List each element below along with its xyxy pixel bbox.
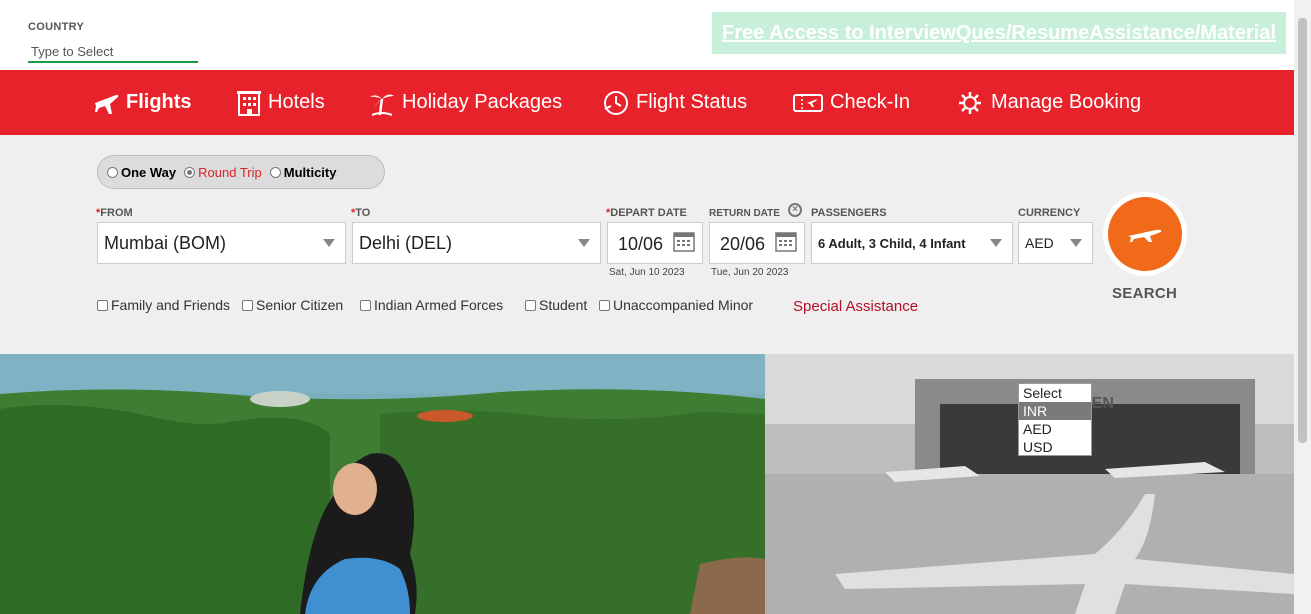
promo-link[interactable]: Free Access to InterviewQues/ResumeAssis…: [722, 22, 1276, 45]
clear-return-date-icon[interactable]: ×: [788, 203, 802, 217]
nav-manage-booking[interactable]: Manage Booking: [955, 70, 1141, 135]
main-nav: Flights Hotels Holiday Packages Flight S…: [0, 70, 1294, 135]
currency-select[interactable]: AED: [1018, 222, 1093, 264]
round-trip-option[interactable]: Round Trip: [184, 165, 262, 180]
nav-flights-label: Flights: [126, 91, 192, 113]
scrollbar-thumb[interactable]: [1298, 18, 1307, 443]
palm-tree-icon: [370, 94, 394, 116]
currency-value: AED: [1025, 235, 1054, 251]
one-way-option[interactable]: One Way: [107, 165, 176, 180]
multicity-radio[interactable]: [269, 166, 281, 178]
airplane-icon: [95, 94, 119, 114]
search-label: SEARCH: [1112, 285, 1178, 302]
from-label: *FROM: [96, 207, 133, 219]
nav-check-in[interactable]: Check-In: [792, 70, 910, 135]
nav-flight-status-label: Flight Status: [636, 91, 748, 113]
promo-banner: Free Access to InterviewQues/ResumeAssis…: [712, 12, 1286, 54]
passengers-value: 6 Adult, 3 Child, 4 Infant: [818, 235, 966, 251]
calendar-icon: [775, 232, 797, 252]
nav-manage-booking-label: Manage Booking: [991, 91, 1142, 113]
ticket-icon: [793, 93, 823, 112]
search-button[interactable]: [1103, 192, 1187, 276]
currency-option-select[interactable]: Select: [1019, 384, 1091, 402]
nav-flight-status[interactable]: Flight Status: [602, 70, 747, 135]
unaccompanied-minor-checkbox[interactable]: Unaccompanied Minor: [599, 297, 753, 313]
depart-date-label: *DEPART DATE: [606, 207, 687, 219]
senior-citizen-checkbox[interactable]: Senior Citizen: [242, 297, 343, 313]
currency-option-inr[interactable]: INR: [1019, 402, 1091, 420]
one-way-label: One Way: [121, 164, 177, 180]
search-panel: One Way Round Trip Multicity *FROM Mumba…: [0, 135, 1294, 354]
nav-holiday-packages[interactable]: Holiday Packages: [368, 70, 562, 135]
chevron-down-icon: [578, 239, 590, 247]
chevron-down-icon: [1070, 239, 1082, 247]
armed-forces-checkbox[interactable]: Indian Armed Forces: [360, 297, 503, 313]
hotel-icon: [237, 90, 261, 116]
nav-flights[interactable]: Flights: [92, 70, 192, 135]
currency-label: CURRENCY: [1018, 207, 1081, 219]
airplane-icon: [1128, 229, 1162, 242]
currency-dropdown-list: Select INR AED USD: [1018, 383, 1092, 456]
nav-holiday-label: Holiday Packages: [402, 91, 563, 113]
round-trip-label: Round Trip: [198, 164, 262, 180]
depart-date-value: 10/06: [618, 234, 664, 254]
currency-option-aed[interactable]: AED: [1019, 420, 1091, 438]
nav-hotels-label: Hotels: [268, 91, 325, 113]
to-select[interactable]: Delhi (DEL): [352, 222, 601, 264]
calendar-icon: [673, 232, 695, 252]
to-value: Delhi (DEL): [359, 232, 453, 253]
clock-icon: [604, 90, 628, 115]
return-date-subtext: Tue, Jun 20 2023: [711, 267, 789, 278]
student-checkbox[interactable]: Student: [525, 297, 587, 313]
one-way-radio[interactable]: [107, 166, 118, 178]
hero-image-travel: [0, 354, 765, 614]
family-friends-checkbox[interactable]: Family and Friends: [97, 297, 230, 313]
depart-date-subtext: Sat, Jun 10 2023: [609, 267, 685, 278]
to-label: *TO: [351, 207, 371, 219]
gear-icon: [959, 91, 981, 114]
multicity-option[interactable]: Multicity: [269, 164, 337, 180]
nav-hotels[interactable]: Hotels: [236, 70, 325, 135]
trip-type-selector: One Way Round Trip Multicity: [97, 155, 385, 189]
round-trip-radio[interactable]: [184, 166, 196, 178]
nav-check-in-label: Check-In: [830, 91, 911, 113]
return-date-field[interactable]: 20/06: [709, 222, 805, 264]
special-assistance-link[interactable]: Special Assistance: [793, 298, 918, 315]
multicity-label: Multicity: [283, 164, 337, 180]
country-label: COUNTRY: [28, 21, 85, 33]
depart-date-field[interactable]: 10/06: [607, 222, 703, 264]
chevron-down-icon: [323, 239, 335, 247]
currency-option-usd[interactable]: USD: [1019, 438, 1091, 456]
return-date-value: 20/06: [720, 234, 766, 254]
passengers-label: PASSENGERS: [811, 207, 887, 219]
from-value: Mumbai (BOM): [104, 232, 227, 253]
hero-landscape: [0, 354, 765, 614]
page-scrollbar[interactable]: [1294, 0, 1311, 614]
chevron-down-icon: [990, 239, 1002, 247]
from-select[interactable]: Mumbai (BOM): [97, 222, 346, 264]
passengers-select[interactable]: 6 Adult, 3 Child, 4 Infant: [811, 222, 1013, 264]
country-input[interactable]: [28, 41, 198, 63]
return-date-label: RETURN DATE: [709, 208, 780, 219]
